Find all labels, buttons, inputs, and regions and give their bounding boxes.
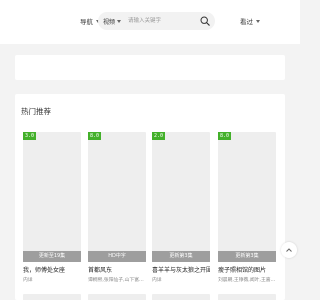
score-badge: 8.0 bbox=[88, 132, 102, 140]
video-card[interactable] bbox=[218, 294, 276, 300]
hot-panel: 热门推荐 3.0 更新至19集 我，师傅处女座 内详 8.0 HD中字 首都风东… bbox=[15, 94, 285, 300]
score-badge: 2.0 bbox=[152, 132, 166, 140]
search-category-label: 视频 bbox=[103, 18, 116, 26]
search-category-select[interactable]: 视频 bbox=[103, 17, 122, 26]
video-poster[interactable] bbox=[88, 294, 146, 300]
search-button[interactable] bbox=[199, 15, 211, 27]
video-card[interactable] bbox=[23, 294, 81, 300]
search-icon bbox=[200, 16, 210, 26]
chevron-down-icon bbox=[256, 19, 260, 23]
video-card[interactable]: 3.0 更新至19集 我，师傅处女座 内详 bbox=[23, 132, 81, 283]
video-card[interactable] bbox=[88, 294, 146, 300]
chevron-up-icon bbox=[286, 248, 292, 252]
back-to-top-button[interactable] bbox=[281, 242, 297, 258]
section-title: 热门推荐 bbox=[21, 107, 51, 116]
update-status: 更新第3集 bbox=[218, 251, 276, 262]
video-card[interactable]: 8.0 HD中字 首都风东 谭桐熙,张阳仙子,山下富… bbox=[88, 132, 146, 283]
history-label: 看过 bbox=[240, 18, 253, 26]
score-badge: 8.0 bbox=[218, 132, 232, 140]
video-poster[interactable] bbox=[23, 294, 81, 300]
video-poster[interactable]: 3.0 更新至19集 bbox=[23, 132, 81, 262]
video-cast: 谭桐熙,张阳仙子,山下富… bbox=[88, 278, 144, 283]
video-poster[interactable]: 2.0 更新第3集 bbox=[152, 132, 210, 262]
search-bar: 视频 bbox=[98, 12, 215, 30]
video-poster[interactable] bbox=[218, 294, 276, 300]
video-title[interactable]: 喜羊羊与灰太狼之开围… bbox=[152, 265, 210, 274]
video-title[interactable]: 我，师傅处女座 bbox=[23, 265, 81, 274]
video-cast: 内详 bbox=[152, 278, 162, 283]
video-card[interactable]: 2.0 更新第3集 喜羊羊与灰太狼之开围… 内详 bbox=[152, 132, 210, 283]
search-input[interactable] bbox=[128, 14, 199, 28]
video-cast: 刘晨朝,王铮薇,闻叶,王嘉… bbox=[218, 278, 276, 283]
video-card[interactable]: 8.0 更新第3集 瘦子照相馆的图片 刘晨朝,王铮薇,闻叶,王嘉… bbox=[218, 132, 276, 283]
update-status: HD中字 bbox=[88, 251, 146, 262]
video-title[interactable]: 首都风东 bbox=[88, 265, 146, 274]
update-status: 更新第3集 bbox=[152, 251, 210, 262]
banner-slot bbox=[15, 55, 285, 80]
nav-dropdown[interactable]: 导航 bbox=[80, 14, 100, 28]
score-badge: 3.0 bbox=[23, 132, 37, 140]
chevron-down-icon bbox=[117, 19, 122, 23]
video-cast: 内详 bbox=[23, 278, 33, 283]
update-status: 更新至19集 bbox=[23, 251, 81, 262]
nav-label: 导航 bbox=[80, 18, 93, 26]
video-poster[interactable]: 8.0 更新第3集 bbox=[218, 132, 276, 262]
video-title[interactable]: 瘦子照相馆的图片 bbox=[218, 265, 276, 274]
top-header: 导航 视频 看过 bbox=[0, 0, 300, 44]
video-poster[interactable]: 8.0 HD中字 bbox=[88, 132, 146, 262]
video-poster[interactable] bbox=[152, 294, 210, 300]
video-card[interactable] bbox=[152, 294, 210, 300]
history-dropdown[interactable]: 看过 bbox=[240, 14, 260, 28]
